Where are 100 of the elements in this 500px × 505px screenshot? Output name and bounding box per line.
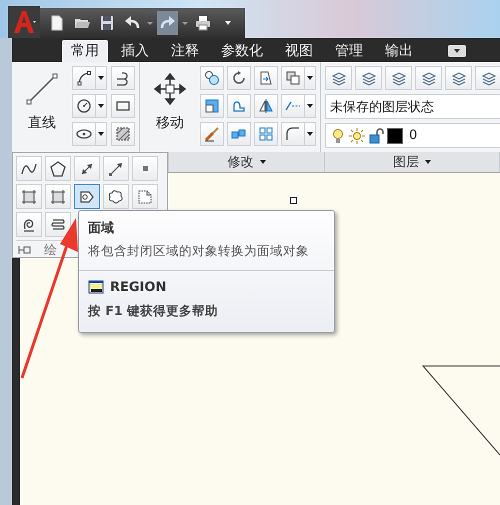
caret-icon — [260, 160, 266, 164]
layer-tool-button[interactable] — [355, 66, 382, 90]
line-icon — [25, 72, 59, 106]
ribbon-tab[interactable]: 注释 — [162, 40, 208, 62]
brush-icon — [204, 126, 220, 142]
tooltip-description: 将包含封闭区域的对象转换为面域对象 — [88, 243, 310, 260]
caret-icon — [225, 21, 232, 25]
layers-icon — [330, 70, 346, 86]
dimension-button[interactable] — [74, 156, 100, 181]
polyline-button[interactable] — [111, 66, 135, 90]
point-marker — [290, 197, 297, 204]
circles-button[interactable] — [200, 66, 224, 90]
circle-button[interactable] — [72, 94, 96, 118]
wipeout-button[interactable] — [132, 184, 158, 209]
panel-title-button[interactable]: 图层 — [325, 152, 500, 172]
overlap-icon — [285, 70, 301, 86]
layer-tool-button[interactable] — [325, 66, 352, 90]
dropdown-button[interactable] — [96, 122, 107, 146]
panel-title-button[interactable]: 修改 — [169, 152, 325, 172]
mirror-button[interactable] — [254, 94, 278, 118]
layer-tool-button[interactable] — [445, 66, 472, 90]
cloud-button[interactable] — [103, 184, 129, 209]
caret-icon — [98, 132, 104, 136]
rectangle-button[interactable] — [111, 94, 135, 118]
panel-title: 绘 — [44, 242, 57, 259]
caret-icon — [98, 104, 104, 108]
cloud-icon — [108, 188, 124, 204]
rotate-button[interactable] — [227, 66, 251, 90]
dropdown-button[interactable] — [305, 66, 316, 90]
command-icon — [88, 279, 104, 295]
wipeout-icon — [137, 188, 153, 204]
coil-button[interactable] — [45, 212, 71, 237]
redo-button[interactable] — [157, 11, 178, 35]
layer-state-dropdown[interactable]: 未保存的图层状态 — [325, 94, 500, 119]
caret-icon — [98, 76, 104, 80]
caret-icon — [307, 76, 313, 80]
letter-a-logo-icon — [11, 9, 37, 35]
stretch-icon — [258, 70, 274, 86]
minimize-ribbon-button[interactable] — [448, 45, 466, 57]
dropdown-button[interactable] — [96, 66, 107, 90]
hatch-button[interactable] — [111, 122, 135, 146]
ribbon-tab[interactable]: 插入 — [112, 40, 158, 62]
line-button[interactable]: 直线 — [16, 66, 68, 148]
linetype-button[interactable] — [281, 94, 305, 118]
ray-button[interactable] — [103, 156, 129, 181]
fillet-icon — [285, 126, 301, 142]
lock-icon — [368, 128, 384, 144]
ribbon-tab[interactable]: 常用 — [62, 40, 108, 62]
circle-icon — [76, 98, 92, 114]
helix-button[interactable] — [16, 212, 42, 237]
arc-icon — [76, 70, 92, 86]
fillet-button[interactable] — [281, 122, 305, 146]
point-icon — [142, 166, 148, 171]
cubes-button[interactable] — [227, 122, 251, 146]
caret-icon[interactable] — [147, 22, 154, 24]
layer-tool-button[interactable] — [475, 66, 500, 90]
tooltip-title: 面域 — [88, 220, 115, 237]
layer-name: 0 — [409, 128, 418, 143]
dropdown-button[interactable] — [305, 122, 316, 146]
layers-icon — [360, 70, 376, 86]
offset-button[interactable] — [200, 94, 224, 118]
layer-dropdown[interactable]: 0 — [325, 123, 500, 148]
spline-button[interactable] — [16, 156, 42, 181]
region-button[interactable] — [74, 184, 100, 209]
ribbon-tab[interactable]: 管理 — [326, 40, 372, 62]
mirror-icon — [258, 98, 274, 114]
ribbon-tab[interactable]: 视图 — [276, 40, 322, 62]
array-button[interactable] — [254, 122, 278, 146]
polygon-button[interactable] — [45, 156, 71, 181]
polygon-icon — [50, 160, 66, 176]
boundary-button[interactable] — [16, 184, 42, 209]
arc-button[interactable] — [72, 66, 96, 90]
hatch-icon — [115, 126, 131, 142]
brush-button[interactable] — [200, 122, 224, 146]
caret-icon[interactable] — [182, 22, 188, 24]
boundary-icon — [21, 188, 37, 204]
point-button[interactable] — [132, 156, 158, 181]
layer-tool-button[interactable] — [415, 66, 442, 90]
layers-icon — [420, 70, 436, 86]
print-icon — [195, 15, 212, 31]
caret-icon — [454, 49, 460, 53]
coil-icon — [50, 216, 66, 232]
layer-tool-button[interactable] — [385, 66, 412, 90]
circles-icon — [204, 70, 220, 86]
dimension-icon — [79, 160, 95, 176]
dropdown-button[interactable] — [96, 94, 107, 118]
dropdown-button[interactable] — [305, 94, 316, 118]
ribbon-tab[interactable]: 输出 — [376, 40, 422, 62]
overlap-button[interactable] — [281, 66, 305, 90]
helix-icon — [21, 216, 37, 232]
stretch-button[interactable] — [254, 66, 278, 90]
rotate-icon — [231, 70, 247, 86]
ellipse-button[interactable] — [72, 122, 96, 146]
move-button[interactable]: 移动 — [144, 66, 196, 148]
array-icon — [258, 126, 274, 142]
save-icon — [99, 15, 116, 31]
bulb-icon — [330, 128, 346, 144]
ribbon-tab[interactable]: 参数化 — [212, 40, 272, 62]
layers-icon — [480, 70, 496, 86]
boundary-button[interactable] — [45, 184, 71, 209]
